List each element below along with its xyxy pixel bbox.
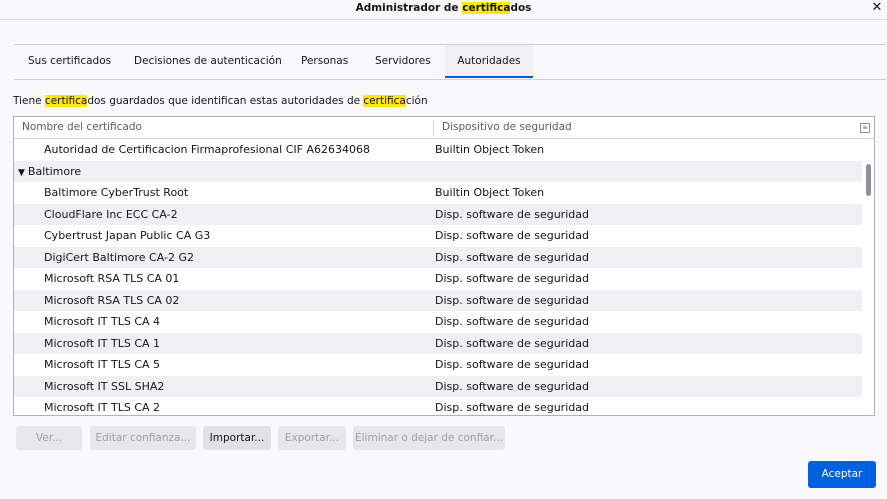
window-title: Administrador de certificados xyxy=(0,2,887,14)
delete-button-label: Eliminar o dejar de confiar... xyxy=(355,432,503,444)
edit-trust-button-label: Editar confianza... xyxy=(95,432,191,444)
tab-authentication-decisions[interactable]: Decisiones de autenticación xyxy=(134,45,282,78)
table-row[interactable]: Microsoft IT TLS CA 5 Disp. software de s… xyxy=(14,354,862,376)
table-row[interactable]: Microsoft IT TLS CA 4 Disp. software de s… xyxy=(14,311,862,333)
tree-group-row[interactable]: ▼ Baltimore xyxy=(14,160,862,185)
row-name-text: Microsoft IT SSL SHA2 xyxy=(44,379,165,393)
certificate-name: Microsoft IT SSL SHA2 xyxy=(44,376,164,398)
column-separator[interactable] xyxy=(433,121,434,135)
certificate-name: Microsoft IT TLS CA 5 xyxy=(44,354,160,376)
security-device: Disp. software de seguridad xyxy=(435,250,589,264)
certificate-name: Baltimore CyberTrust Root xyxy=(44,182,188,204)
row-name-text: Microsoft IT TLS CA 5 xyxy=(44,358,161,371)
accept-button-label: Aceptar xyxy=(821,468,863,480)
table-row[interactable]: Microsoft IT SSL SHA2 Disp. software de s… xyxy=(14,375,862,398)
heading-text-1: Tiene xyxy=(13,95,45,107)
heading-highlight-2: certifica xyxy=(363,95,406,107)
table-row[interactable]: Microsoft IT TLS CA 1 Disp. software de s… xyxy=(14,332,862,355)
table-row[interactable]: DigiCert Baltimore CA-2 G2 Disp. software… xyxy=(14,246,862,269)
scrollbar-thumb[interactable] xyxy=(866,164,871,196)
certificate-manager-window: Administrador de certificados ✕ Sus cert… xyxy=(0,0,887,499)
close-icon[interactable]: ✕ xyxy=(870,0,884,15)
column-header-name[interactable]: Nombre del certificado xyxy=(22,117,142,138)
table-row[interactable]: Microsoft RSA TLS CA 01 Disp. software de… xyxy=(14,268,862,290)
certificate-name: Cybertrust Japan Public CA G3 xyxy=(44,225,210,247)
security-device: Disp. software de seguridad xyxy=(435,336,589,350)
table-row[interactable]: Cybertrust Japan Public CA G3 Disp. softw… xyxy=(14,225,862,247)
tab-bar: Sus certificados Decisiones de autentica… xyxy=(14,44,886,80)
tree-header: Nombre del certificado Dispositivo de se… xyxy=(14,117,874,139)
certificate-name: Autoridad de Certificacion Firmaprofesio… xyxy=(44,139,370,161)
row-name-text: Microsoft RSA TLS CA 01 xyxy=(44,272,180,285)
certificate-name: Microsoft IT TLS CA 2 xyxy=(44,397,161,415)
column-picker-icon[interactable]: ≡ xyxy=(860,123,870,133)
title-text: Administrador de xyxy=(355,2,463,14)
security-device: Disp. software de seguridad xyxy=(435,229,589,242)
row-name-text: CloudFlare Inc ECC CA-2 xyxy=(44,207,178,221)
title-text-end: dos xyxy=(510,2,532,14)
title-highlight: certifica xyxy=(462,2,511,14)
import-button[interactable]: Importar... xyxy=(203,426,271,450)
certificate-name: Microsoft IT TLS CA 1 xyxy=(44,333,160,355)
row-name-text: Baltimore xyxy=(27,164,82,178)
edit-trust-button[interactable]: Editar confianza... xyxy=(90,426,196,450)
row-name-text: DigiCert Baltimore CA-2 G2 xyxy=(44,250,194,264)
import-button-label: Importar... xyxy=(209,432,265,444)
table-row[interactable]: Microsoft IT TLS CA 2 Disp. software de s… xyxy=(14,397,862,415)
certificate-name: Microsoft RSA TLS CA 02 xyxy=(44,290,179,312)
security-device: Disp. software de seguridad xyxy=(435,379,589,393)
heading-highlight-1: certifica xyxy=(44,95,88,107)
row-name-text: Microsoft IT TLS CA 1 xyxy=(44,336,161,350)
row-name-text: Microsoft IT TLS CA 4 xyxy=(44,315,161,328)
tab-authorities[interactable]: Autoridades xyxy=(445,45,533,78)
tree-rows: Autoridad de Certificacion Firmaprofesio… xyxy=(14,139,862,415)
export-button-label: Exportar... xyxy=(284,432,340,444)
view-button[interactable]: Ver... xyxy=(16,426,82,450)
table-row[interactable]: Autoridad de Certificacion Firmaprofesio… xyxy=(14,139,862,161)
export-button[interactable]: Exportar... xyxy=(278,426,346,450)
authorities-description: Tiene certificados guardados que identif… xyxy=(13,95,428,107)
table-row[interactable]: Microsoft RSA TLS CA 02 Disp. software de… xyxy=(14,289,862,312)
security-device: Builtin Object Token xyxy=(435,186,545,199)
table-row[interactable]: CloudFlare Inc ECC CA-2 Disp. software de… xyxy=(14,203,862,226)
vertical-scrollbar[interactable] xyxy=(862,139,874,415)
certificate-name: CloudFlare Inc ECC CA-2 xyxy=(44,204,178,226)
heading-text-2: dos guardados que identifican estas auto… xyxy=(87,95,364,107)
security-device: Disp. software de seguridad xyxy=(435,293,589,307)
row-name-text: Microsoft RSA TLS CA 02 xyxy=(44,293,180,307)
certificate-name: Microsoft RSA TLS CA 01 xyxy=(44,268,179,290)
security-device: Disp. software de seguridad xyxy=(435,272,589,285)
security-device: Disp. software de seguridad xyxy=(435,315,589,328)
row-name-text: Cybertrust Japan Public CA G3 xyxy=(44,229,211,242)
titlebar: Administrador de certificados ✕ xyxy=(0,0,887,20)
certificate-tree[interactable]: Nombre del certificado Dispositivo de se… xyxy=(13,116,875,416)
view-button-label: Ver... xyxy=(35,432,63,444)
column-header-device[interactable]: Dispositivo de seguridad xyxy=(442,117,572,138)
tab-your-certificates[interactable]: Sus certificados xyxy=(28,45,111,78)
certificate-name: DigiCert Baltimore CA-2 G2 xyxy=(44,247,194,269)
row-name-text: Baltimore CyberTrust Root xyxy=(44,186,189,199)
tab-people[interactable]: Personas xyxy=(301,45,348,78)
security-device: Builtin Object Token xyxy=(435,143,545,156)
delete-or-distrust-button[interactable]: Eliminar o dejar de confiar... xyxy=(353,426,505,450)
table-row[interactable]: Baltimore CyberTrust Root Builtin Object … xyxy=(14,182,862,204)
security-device: Disp. software de seguridad xyxy=(435,358,589,371)
chevron-down-icon[interactable]: ▼ xyxy=(18,163,25,185)
row-name-text: Microsoft IT TLS CA 2 xyxy=(44,401,161,414)
security-device: Disp. software de seguridad xyxy=(435,401,589,414)
heading-text-3: ción xyxy=(405,95,428,107)
security-device: Disp. software de seguridad xyxy=(435,207,589,221)
accept-button[interactable]: Aceptar xyxy=(808,461,876,488)
tab-servers[interactable]: Servidores xyxy=(375,45,431,78)
group-name: ▼ Baltimore xyxy=(18,161,81,185)
row-name-text: Autoridad de Certificacion Firmaprofesio… xyxy=(44,143,370,156)
certificate-name: Microsoft IT TLS CA 4 xyxy=(44,311,160,333)
